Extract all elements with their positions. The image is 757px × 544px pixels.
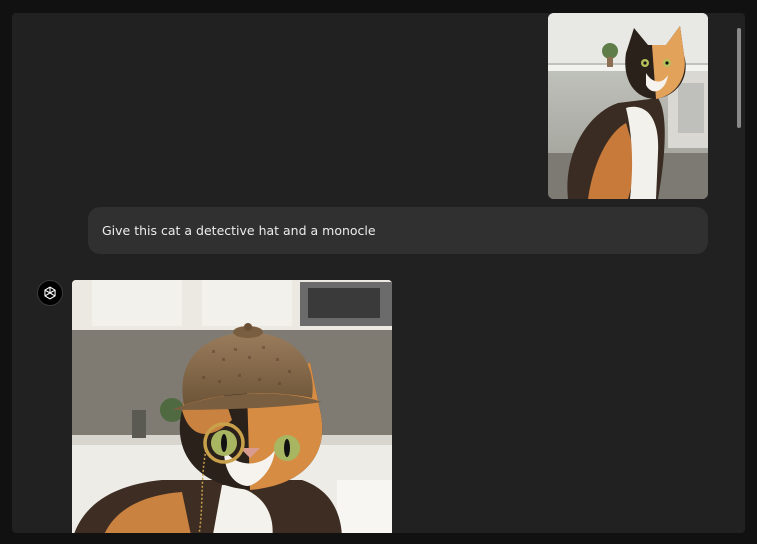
assistant-avatar: [37, 280, 63, 306]
openai-logo-icon: [44, 286, 56, 300]
scrollbar[interactable]: [731, 13, 745, 533]
calico-cat-detective-hat-monocle-photo-icon: [72, 280, 392, 533]
user-uploaded-image[interactable]: [548, 13, 708, 199]
assistant-generated-image[interactable]: [72, 280, 392, 533]
scrollbar-thumb[interactable]: [737, 28, 741, 128]
user-message-bubble: Give this cat a detective hat and a mono…: [88, 207, 708, 254]
calico-cat-photo-icon: [548, 13, 708, 199]
chat-window: Give this cat a detective hat and a mono…: [12, 13, 745, 533]
user-message-text: Give this cat a detective hat and a mono…: [102, 223, 376, 238]
